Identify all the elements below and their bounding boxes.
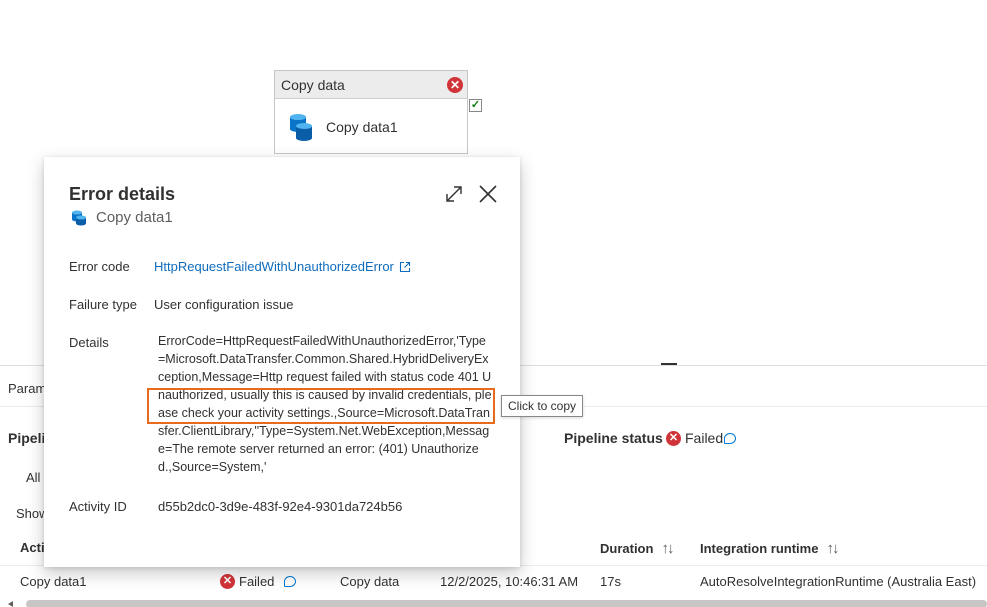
row-status-text: Failed — [239, 574, 275, 589]
flyout-activity-name: Copy data1 — [96, 209, 173, 226]
flyout-activity: Copy data1 — [71, 209, 173, 226]
pipeline-status-label: Pipeline status — [564, 430, 663, 446]
pipeline-status-text: Failed — [685, 430, 724, 446]
row-duration: 17s — [600, 574, 621, 589]
row-status: ✕ Failed — [220, 574, 297, 589]
success-checkbox-icon[interactable]: ✓ — [469, 99, 482, 112]
row-run-start: 12/2/2025, 10:46:31 AM — [440, 574, 579, 589]
error-code-label: Error code — [69, 259, 130, 274]
copy-data-activity-node[interactable]: Copy data ✕ Copy data1 — [274, 70, 468, 154]
database-icon — [288, 113, 314, 141]
sort-icon[interactable]: ↑↓ — [661, 540, 674, 557]
scroll-left-arrow[interactable] — [8, 601, 13, 607]
error-details-flyout: Error details Copy data1 Error code Http… — [44, 157, 520, 567]
error-status-icon[interactable]: ✕ — [447, 77, 463, 93]
failed-icon: ✕ — [666, 430, 681, 446]
activity-id-value[interactable]: d55b2dc0-3d9e-483f-92e4-9301da724b56 — [158, 499, 402, 514]
failed-icon: ✕ — [220, 574, 235, 589]
activity-node-body: Copy data1 — [275, 99, 467, 154]
column-header-duration[interactable]: Duration ↑↓ — [600, 540, 674, 557]
column-header-duration-label: Duration — [600, 541, 654, 556]
details-label: Details — [69, 335, 109, 350]
flyout-title: Error details — [69, 184, 176, 204]
error-message-icon[interactable] — [724, 432, 737, 444]
tab-parameters[interactable]: Param — [8, 381, 46, 396]
copy-tooltip: Click to copy — [501, 395, 584, 417]
database-icon — [71, 210, 87, 226]
expand-icon[interactable] — [444, 184, 464, 204]
error-code-link[interactable]: HttpRequestFailedWithUnauthorizedError — [154, 259, 411, 274]
pipeline-status-value: ✕ Failed — [666, 430, 737, 446]
activity-node-header: Copy data ✕ — [275, 71, 467, 99]
activity-name-label: Copy data1 — [326, 118, 398, 135]
activity-id-label: Activity ID — [69, 499, 127, 514]
error-message-icon[interactable] — [284, 576, 297, 587]
failure-type-value: User configuration issue — [154, 297, 294, 312]
failure-type-label: Failure type — [69, 297, 137, 312]
column-header-integration-runtime[interactable]: Integration runtime ↑↓ — [700, 540, 839, 557]
column-header-ir-label: Integration runtime — [700, 541, 819, 556]
row-activity-type: Copy data — [340, 574, 400, 589]
error-code-value: HttpRequestFailedWithUnauthorizedError — [154, 259, 394, 274]
row-integration-runtime: AutoResolveIntegrationRuntime (Australia… — [700, 574, 977, 589]
filter-tab-all[interactable]: All — [26, 470, 40, 485]
horizontal-scrollbar[interactable] — [26, 600, 987, 607]
sort-icon[interactable]: ↑↓ — [826, 540, 839, 557]
close-icon[interactable] — [477, 183, 499, 205]
pipeline-run-label: Pipeli — [8, 430, 46, 446]
external-link-icon — [399, 261, 410, 272]
row-activity-name[interactable]: Copy data1 — [20, 574, 87, 589]
selection-highlight — [147, 388, 495, 424]
activity-type-label: Copy data — [281, 76, 345, 93]
